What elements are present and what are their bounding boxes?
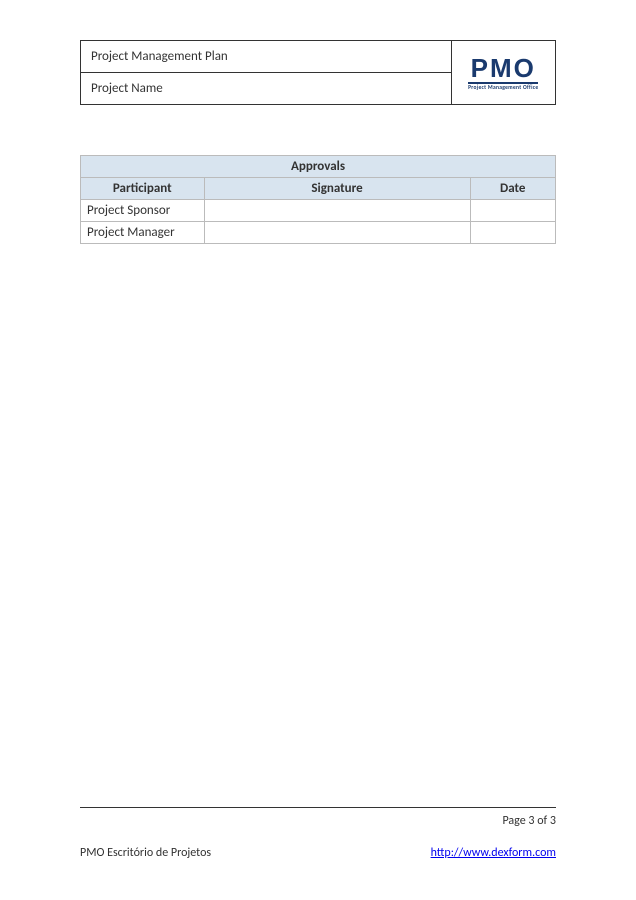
footer-link[interactable]: http://www.dexform.com [431, 846, 556, 860]
approvals-table: Approvals Participant Signature Date Pro… [80, 155, 556, 244]
logo-subtitle: Project Management Office [468, 82, 538, 91]
page-number: Page 3 of 3 [80, 814, 556, 828]
column-header-participant: Participant [81, 178, 205, 200]
date-cell [470, 222, 556, 244]
participant-cell: Project Sponsor [81, 200, 205, 222]
footer: Page 3 of 3 PMO Escritório de Projetos h… [80, 807, 556, 860]
footer-divider [80, 807, 556, 808]
signature-cell [204, 200, 470, 222]
header-table: Project Management Plan PMO Project Mana… [80, 40, 556, 105]
approvals-title: Approvals [81, 156, 556, 178]
document-page: Project Management Plan PMO Project Mana… [0, 0, 636, 900]
table-row: Project Manager [81, 222, 556, 244]
footer-org-name: PMO Escritório de Projetos [80, 846, 211, 860]
project-name-cell: Project Name [81, 73, 452, 105]
column-header-signature: Signature [204, 178, 470, 200]
header-title-cell: Project Management Plan [81, 41, 452, 73]
pmo-logo: PMO Project Management Office [458, 55, 550, 91]
column-header-date: Date [470, 178, 556, 200]
signature-cell [204, 222, 470, 244]
document-title: Project Management Plan [91, 49, 228, 64]
footer-row: PMO Escritório de Projetos http://www.de… [80, 846, 556, 860]
project-name: Project Name [91, 81, 163, 96]
participant-cell: Project Manager [81, 222, 205, 244]
logo-cell: PMO Project Management Office [451, 41, 556, 105]
table-row: Project Sponsor [81, 200, 556, 222]
logo-text: PMO [471, 55, 536, 81]
date-cell [470, 200, 556, 222]
